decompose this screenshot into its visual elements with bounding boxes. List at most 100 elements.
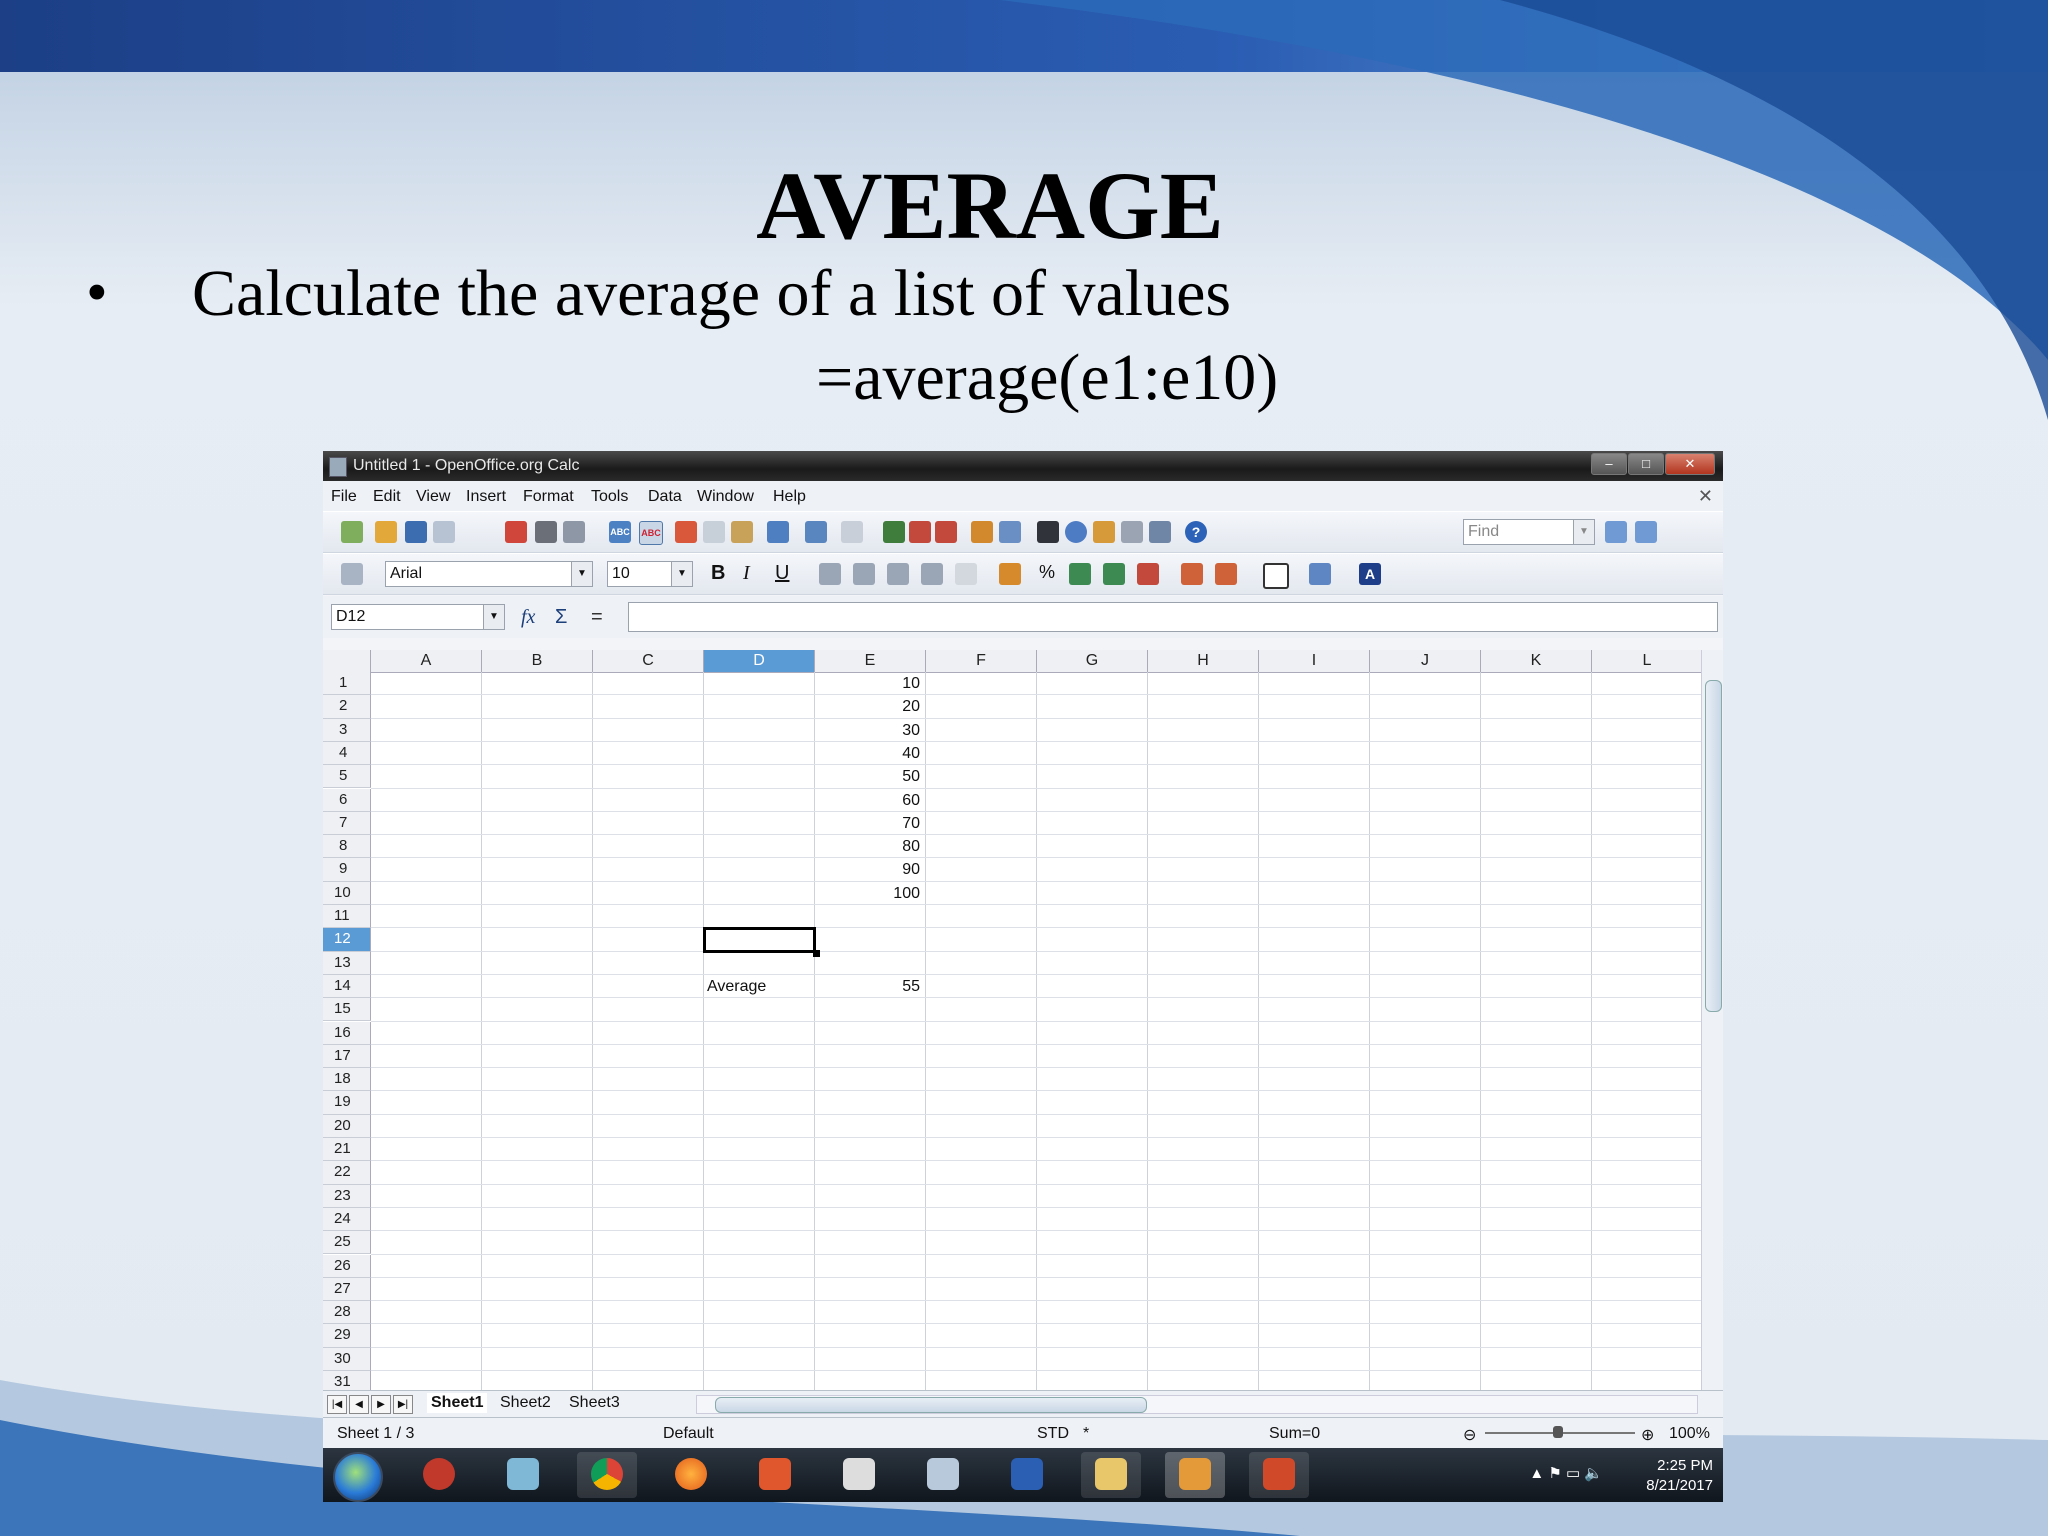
row-header-2[interactable]: 2	[323, 695, 371, 719]
copy-icon[interactable]	[703, 521, 725, 543]
save-icon[interactable]	[405, 521, 427, 543]
row-header-30[interactable]: 30	[323, 1347, 371, 1371]
delete-decimal-icon[interactable]	[1137, 563, 1159, 585]
cell-e14-average-value[interactable]: 55	[815, 975, 920, 998]
cut-icon[interactable]	[675, 521, 697, 543]
row-header-5[interactable]: 5	[323, 765, 371, 789]
row-header-24[interactable]: 24	[323, 1207, 371, 1232]
cell-e6[interactable]: 60	[815, 789, 920, 812]
bold-button[interactable]: B	[711, 562, 725, 585]
taskbar-app-5[interactable]	[745, 1452, 805, 1498]
column-header-k[interactable]: K	[1481, 650, 1592, 672]
cell-e5[interactable]: 50	[815, 765, 920, 788]
menu-help[interactable]: Help	[773, 488, 806, 506]
horizontal-scroll-thumb[interactable]	[715, 1397, 1147, 1413]
menu-view[interactable]: View	[416, 488, 450, 506]
row-header-23[interactable]: 23	[323, 1184, 371, 1208]
sheet-tab-sheet3[interactable]: Sheet3	[565, 1393, 624, 1413]
column-header-d[interactable]: D	[704, 650, 815, 672]
hyperlink-icon[interactable]	[883, 521, 905, 543]
chart-icon[interactable]	[971, 521, 993, 543]
taskbar-app-2[interactable]	[493, 1452, 553, 1498]
function-equals-icon[interactable]: =	[591, 606, 603, 629]
fill-handle[interactable]	[813, 949, 820, 957]
justify-icon[interactable]	[921, 563, 943, 585]
column-header-e[interactable]: E	[815, 650, 926, 672]
row-header-22[interactable]: 22	[323, 1161, 371, 1185]
taskbar-word[interactable]	[997, 1452, 1057, 1498]
close-button[interactable]: ✕	[1665, 453, 1715, 475]
row-header-6[interactable]: 6	[323, 788, 371, 812]
draw-functions-icon[interactable]	[999, 521, 1021, 543]
row-header-8[interactable]: 8	[323, 835, 371, 859]
align-center-icon[interactable]	[853, 563, 875, 585]
row-header-4[interactable]: 4	[323, 741, 371, 766]
email-icon[interactable]	[433, 521, 455, 543]
row-header-18[interactable]: 18	[323, 1068, 371, 1092]
clock[interactable]: 2:25 PM 8/21/2017	[1646, 1456, 1713, 1496]
menu-window[interactable]: Window	[697, 488, 754, 506]
find-replace-icon[interactable]	[1037, 521, 1059, 543]
taskbar-app-1[interactable]	[409, 1452, 469, 1498]
horizontal-scrollbar[interactable]	[696, 1395, 1698, 1414]
first-sheet-icon[interactable]: |◀	[327, 1395, 347, 1414]
spellcheck-icon[interactable]: ABC	[609, 521, 631, 543]
taskbar-calculator[interactable]	[913, 1452, 973, 1498]
background-color-icon[interactable]	[1309, 563, 1331, 585]
cell-e1[interactable]: 10	[815, 672, 920, 695]
row-header-26[interactable]: 26	[323, 1254, 371, 1278]
row-header-10[interactable]: 10	[323, 881, 371, 905]
minimize-button[interactable]: –	[1591, 453, 1627, 475]
row-header-13[interactable]: 13	[323, 951, 371, 975]
column-header-l[interactable]: L	[1592, 650, 1701, 672]
sheet-tab-sheet1[interactable]: Sheet1	[427, 1393, 488, 1413]
column-header-h[interactable]: H	[1148, 650, 1259, 672]
system-tray-icons[interactable]: ▲ ⚑ ▭ 🔈	[1529, 1464, 1603, 1482]
find-input[interactable]: Find ▼	[1463, 519, 1595, 545]
previous-sheet-icon[interactable]: ◀	[349, 1395, 369, 1414]
formula-input[interactable]	[628, 602, 1718, 632]
cell-e10[interactable]: 100	[815, 882, 920, 905]
chevron-down-icon[interactable]: ▼	[1573, 520, 1594, 544]
align-right-icon[interactable]	[887, 563, 909, 585]
cell-e7[interactable]: 70	[815, 812, 920, 835]
decrease-indent-icon[interactable]	[1181, 563, 1203, 585]
row-header-19[interactable]: 19	[323, 1091, 371, 1115]
column-header-g[interactable]: G	[1037, 650, 1148, 672]
row-header-25[interactable]: 25	[323, 1231, 371, 1255]
row-header-16[interactable]: 16	[323, 1021, 371, 1045]
column-header-f[interactable]: F	[926, 650, 1037, 672]
align-left-icon[interactable]	[819, 563, 841, 585]
font-color-icon[interactable]: A	[1359, 563, 1381, 585]
taskbar-firefox[interactable]	[661, 1452, 721, 1498]
chevron-down-icon[interactable]: ▼	[571, 562, 592, 586]
select-all-corner[interactable]	[323, 650, 371, 672]
paste-icon[interactable]	[731, 521, 753, 543]
sort-ascending-icon[interactable]	[909, 521, 931, 543]
styles-icon[interactable]	[341, 563, 363, 585]
sort-descending-icon[interactable]	[935, 521, 957, 543]
row-header-31[interactable]: 31	[323, 1371, 371, 1390]
cell-e4[interactable]: 40	[815, 742, 920, 765]
column-header-b[interactable]: B	[482, 650, 593, 672]
zoom-slider-knob[interactable]	[1553, 1426, 1563, 1438]
start-button-icon[interactable]	[333, 1452, 383, 1502]
data-sources-icon[interactable]	[1121, 521, 1143, 543]
find-next-icon[interactable]	[1605, 521, 1627, 543]
spreadsheet-grid[interactable]: ABCDEFGHIJKL 1 2 3 4 5 6 7 8 9 10 11 12 13 14 15 16 17 18…	[323, 650, 1701, 1390]
column-header-j[interactable]: J	[1370, 650, 1481, 672]
row-header-3[interactable]: 3	[323, 718, 371, 742]
underline-button[interactable]: U	[775, 562, 789, 585]
title-bar[interactable]: Untitled 1 - OpenOffice.org Calc – □ ✕	[323, 451, 1723, 481]
add-decimal-icon[interactable]	[1103, 563, 1125, 585]
taskbar-chrome[interactable]	[577, 1452, 637, 1498]
open-folder-icon[interactable]	[375, 521, 397, 543]
row-header-15[interactable]: 15	[323, 998, 371, 1022]
cell-e9[interactable]: 90	[815, 858, 920, 881]
chevron-down-icon[interactable]: ▼	[483, 605, 504, 629]
active-cell-cursor[interactable]	[703, 927, 816, 953]
increase-indent-icon[interactable]	[1215, 563, 1237, 585]
zoom-in-icon[interactable]: ⊕	[1641, 1425, 1654, 1445]
menu-insert[interactable]: Insert	[466, 488, 506, 506]
status-zoom[interactable]: 100%	[1669, 1425, 1710, 1443]
